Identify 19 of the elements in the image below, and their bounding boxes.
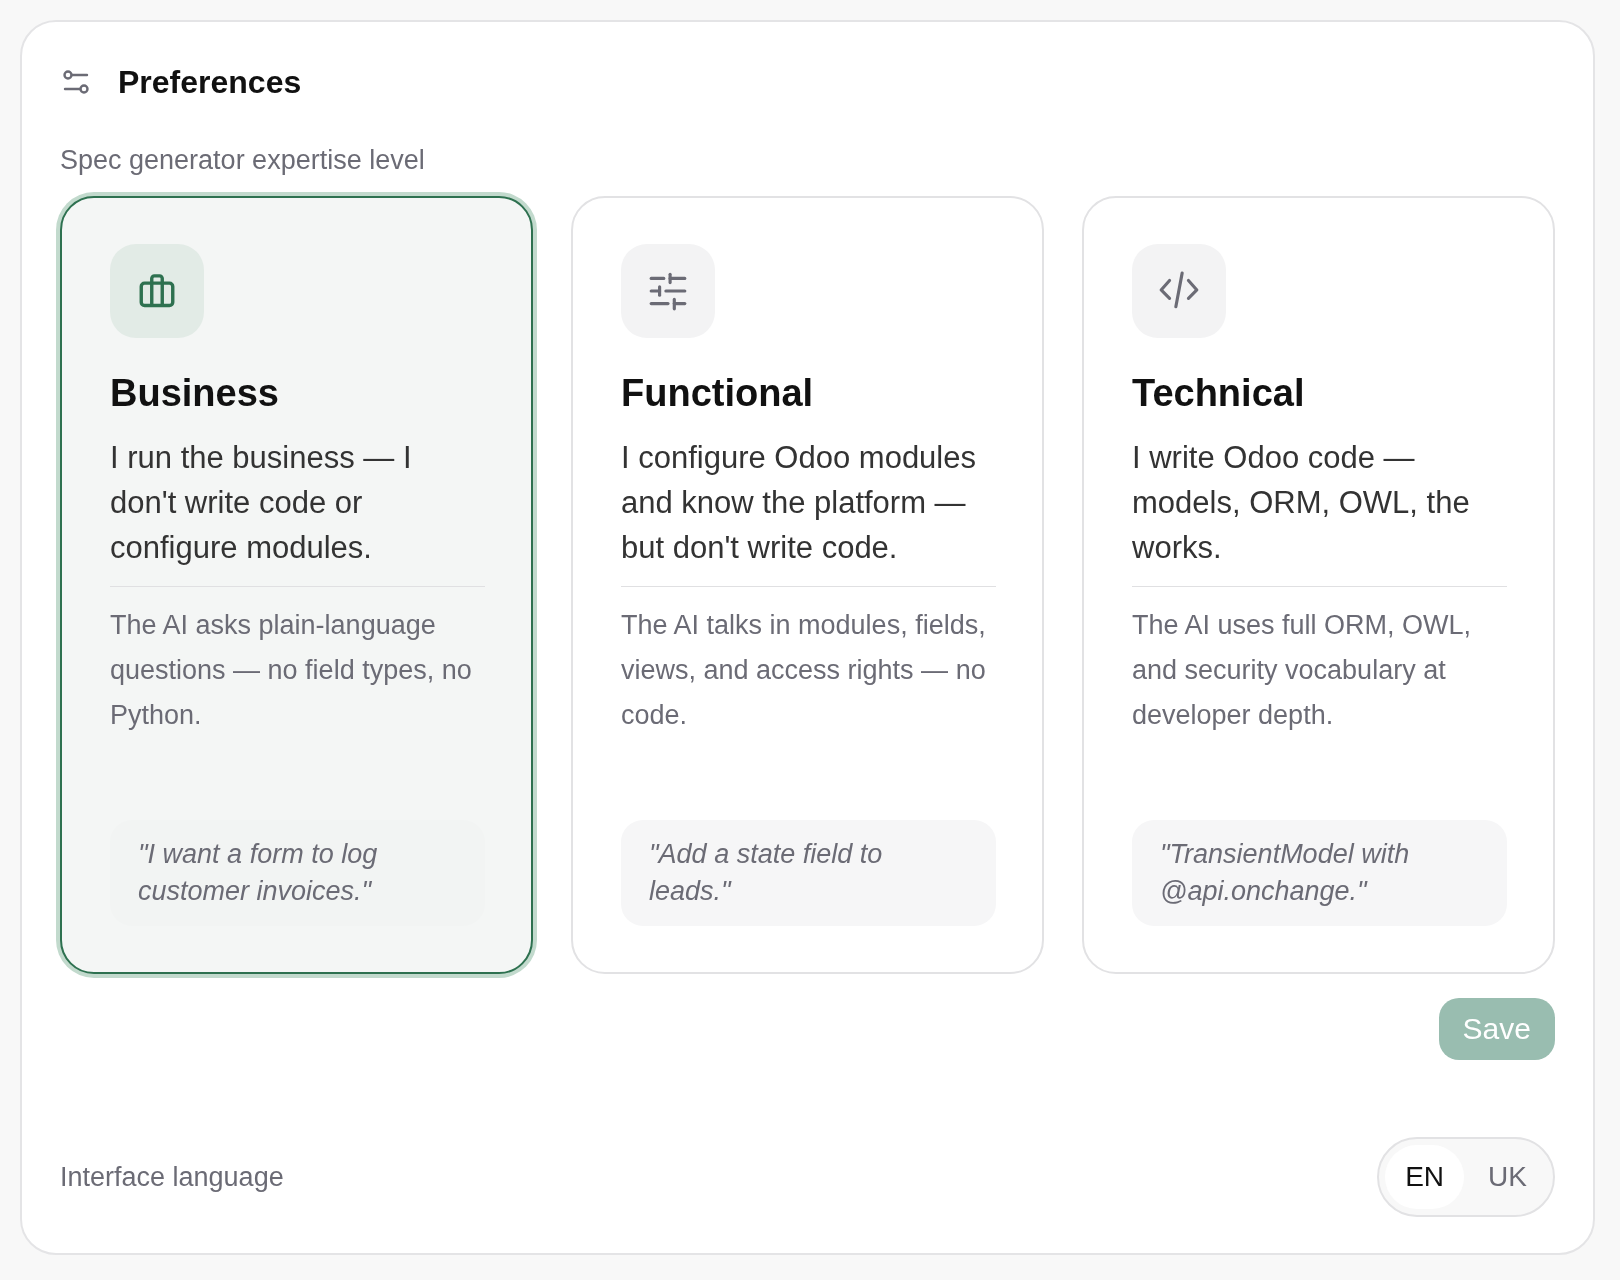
card-description: I configure Odoo modules and know the platform — but don't write code. xyxy=(621,439,977,567)
card-title: Technical xyxy=(1132,372,1306,415)
panel-title: Preferences xyxy=(118,64,302,101)
card-detail: The AI asks plain-language questions — no field types, no Python. xyxy=(110,609,473,732)
card-title: Functional xyxy=(621,372,815,415)
expertise-card[interactable]: Functional I configure Odoo modules and know the platform — but don't write code. The AI talks in modules, fields, views, and access rights — no code. "Add a state field to leads." xyxy=(571,196,1044,974)
language-label: Interface language xyxy=(60,1161,284,1193)
language-option[interactable]: EN xyxy=(1385,1145,1465,1209)
expertise-card[interactable]: Technical I write Odoo code — models, ORM, OWL, the works. The AI uses full ORM, OWL, and security vocabulary at developer depth. "TransientModel with @api.onchange." xyxy=(1082,196,1555,974)
card-description: I run the business — I don't write code or configure modules. xyxy=(110,439,413,567)
card-title: Business xyxy=(110,372,280,415)
section-label: Spec generator expertise level xyxy=(60,145,426,176)
card-detail: The AI uses full ORM, OWL, and security vocabulary at developer depth. xyxy=(1132,609,1473,732)
card-description: I write Odoo code — models, ORM, OWL, the works. xyxy=(1132,439,1471,567)
sliders-icon xyxy=(647,270,689,312)
language-option[interactable]: UK xyxy=(1468,1145,1547,1209)
example-quote: "Add a state field to leads." xyxy=(621,820,996,926)
example-quote: "TransientModel with @api.onchange." xyxy=(1132,820,1507,926)
card-detail: The AI talks in modules, fields, views, and access rights — no code. xyxy=(621,609,987,732)
